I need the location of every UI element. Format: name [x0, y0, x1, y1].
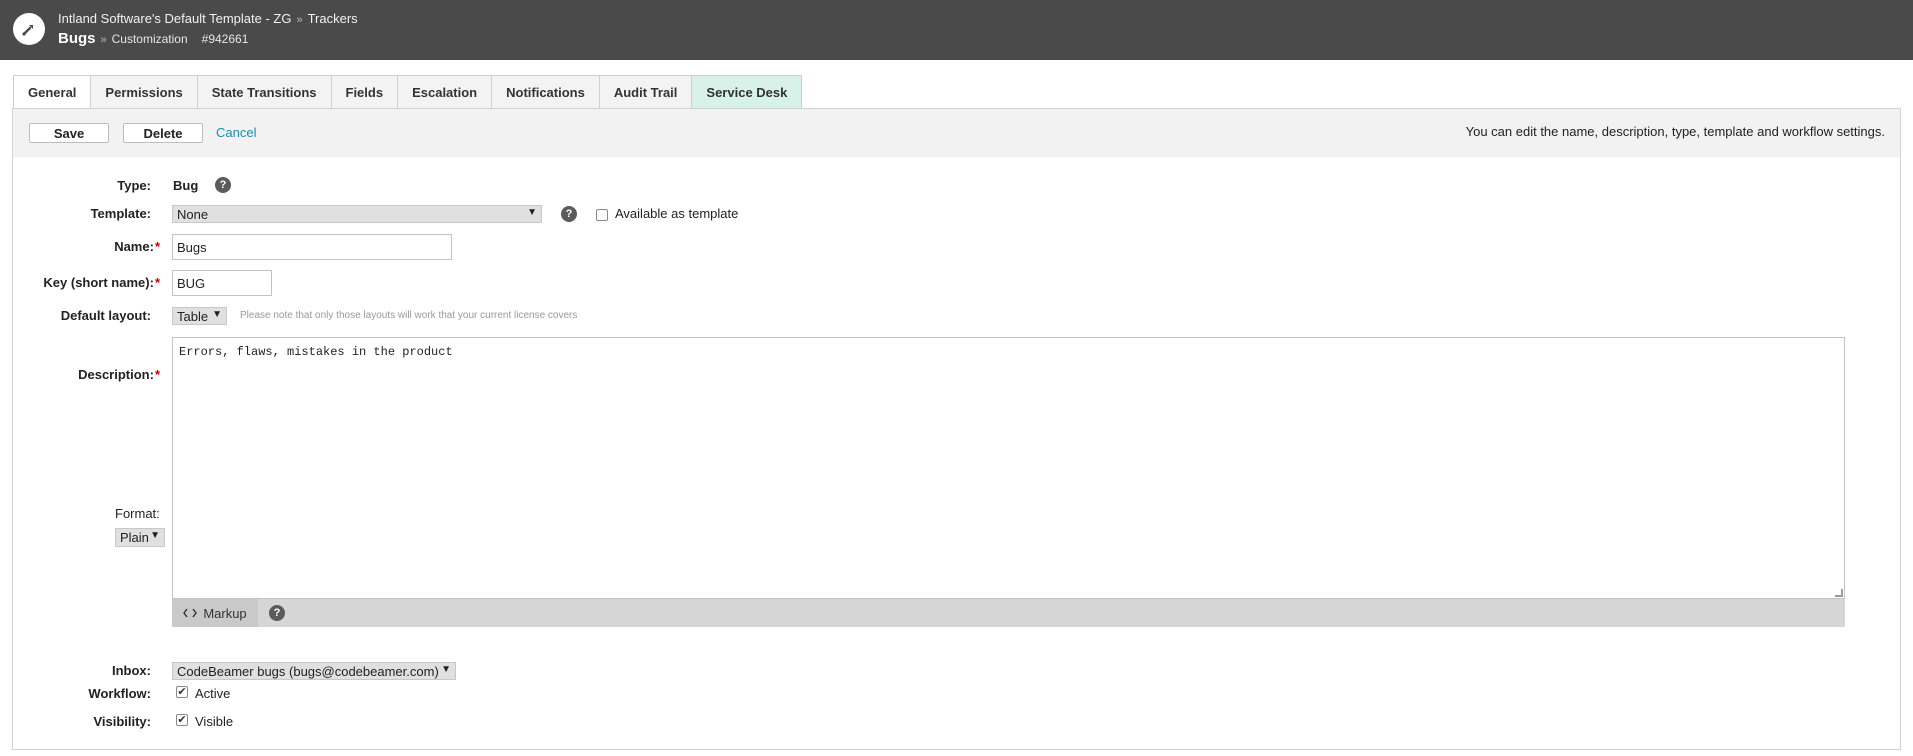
chevron-down-icon: ▼	[150, 530, 160, 541]
editor-toolbar: Markup ?	[172, 599, 1845, 627]
breadcrumb-project-link[interactable]: Intland Software's Default Template - ZG	[58, 11, 291, 26]
required-mark: *	[154, 275, 160, 290]
format-select-value: Plain	[120, 530, 149, 545]
layout-license-note: Please note that only those layouts will…	[240, 310, 578, 321]
name-label: Name:*	[114, 239, 160, 254]
tab-permissions[interactable]: Permissions	[91, 75, 198, 109]
tracker-logo-icon[interactable]	[13, 13, 45, 45]
description-textarea[interactable]: Errors, flaws, mistakes in the product	[172, 337, 1845, 599]
tab-general[interactable]: General	[13, 75, 92, 109]
inbox-label: Inbox:	[112, 663, 151, 678]
breadcrumb-separator: »	[296, 14, 303, 26]
page-subtitle: Customization	[111, 32, 188, 46]
save-button[interactable]: Save	[29, 123, 109, 143]
general-settings-panel: Save Delete Cancel You can edit the name…	[12, 108, 1901, 750]
delete-button[interactable]: Delete	[123, 123, 203, 143]
available-as-template-label: Available as template	[615, 206, 739, 221]
visibility-label: Visibility:	[93, 714, 151, 729]
type-label: Type:	[117, 178, 151, 193]
format-select[interactable]: Plain ▼	[115, 528, 165, 547]
key-input[interactable]: BUG	[172, 270, 272, 296]
tab-audit-trail[interactable]: Audit Trail	[599, 75, 693, 109]
description-label-text: Description:	[78, 367, 154, 382]
template-help-icon[interactable]: ?	[561, 206, 577, 222]
visibility-visible-label: Visible	[195, 714, 234, 729]
chevron-down-icon: ▼	[527, 207, 537, 218]
name-label-text: Name:	[114, 239, 154, 254]
cancel-link[interactable]: Cancel	[216, 125, 256, 140]
breadcrumb: Intland Software's Default Template - ZG…	[58, 11, 358, 26]
markup-button[interactable]: Markup	[172, 599, 258, 627]
action-bar: Save Delete Cancel You can edit the name…	[13, 109, 1900, 157]
breadcrumb-trackers-link[interactable]: Trackers	[308, 11, 358, 26]
tab-service-desk[interactable]: Service Desk	[692, 75, 803, 109]
description-text: Errors, flaws, mistakes in the product	[179, 345, 453, 359]
tab-bar: General Permissions State Transitions Fi…	[13, 75, 803, 109]
workflow-active-checkbox[interactable]: ✔	[176, 686, 188, 698]
inbox-select[interactable]: CodeBeamer bugs (bugs@codebeamer.com) ▼	[172, 662, 456, 680]
page-title[interactable]: Bugs	[58, 30, 96, 47]
key-label-text: Key (short name):	[43, 275, 154, 290]
template-select-value: None	[177, 206, 209, 222]
tab-fields[interactable]: Fields	[331, 75, 399, 109]
action-hint-text: You can edit the name, description, type…	[1465, 124, 1885, 139]
key-label: Key (short name):*	[43, 275, 160, 290]
default-layout-label: Default layout:	[60, 308, 151, 323]
default-layout-value: Table	[177, 308, 209, 324]
top-header: Intland Software's Default Template - ZG…	[0, 0, 1913, 60]
visibility-visible-checkbox[interactable]: ✔	[176, 714, 188, 726]
title-separator: »	[100, 34, 107, 46]
code-icon	[183, 608, 198, 618]
required-mark: *	[154, 239, 160, 254]
markup-help-icon[interactable]: ?	[269, 605, 285, 621]
chevron-down-icon: ▼	[212, 309, 222, 320]
tab-notifications[interactable]: Notifications	[492, 75, 600, 109]
template-label: Template:	[90, 206, 151, 221]
inbox-select-value: CodeBeamer bugs (bugs@codebeamer.com)	[177, 663, 439, 679]
tab-escalation[interactable]: Escalation	[398, 75, 493, 109]
template-select[interactable]: None ▼	[172, 205, 542, 223]
tab-state-transitions[interactable]: State Transitions	[197, 75, 332, 109]
chevron-down-icon: ▼	[441, 664, 451, 675]
description-label: Description:*	[78, 367, 160, 382]
format-label: Format:	[115, 506, 160, 521]
page-title-line: Bugs » Customization #942661	[58, 30, 248, 47]
type-help-icon[interactable]: ?	[215, 177, 231, 193]
workflow-label: Workflow:	[88, 686, 151, 701]
name-input[interactable]: Bugs	[172, 234, 452, 260]
workflow-active-label: Active	[195, 686, 231, 701]
required-mark: *	[154, 367, 160, 382]
resize-handle-icon[interactable]	[1835, 589, 1843, 597]
tracker-id: #942661	[201, 32, 249, 46]
markup-label: Markup	[203, 605, 247, 621]
available-as-template-checkbox[interactable]	[596, 209, 608, 221]
type-value: Bug	[173, 178, 199, 193]
default-layout-select[interactable]: Table ▼	[172, 307, 227, 325]
